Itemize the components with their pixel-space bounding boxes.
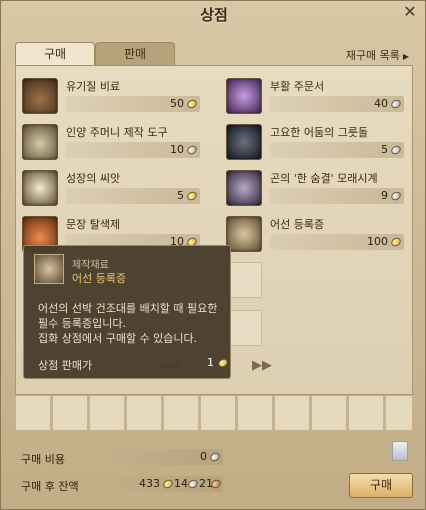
gold-coin-icon: [161, 478, 175, 490]
item-name: 인양 주머니 제작 도구: [66, 126, 168, 139]
gold-coin-icon: [185, 190, 199, 202]
gold-coin-icon: [216, 357, 230, 369]
item-price: 10: [170, 143, 184, 156]
cart-slot[interactable]: [274, 395, 310, 431]
cart-slot[interactable]: [163, 395, 199, 431]
cart-slot[interactable]: [126, 395, 162, 431]
buy-button[interactable]: 구매: [349, 473, 413, 498]
silver-coin-icon: [389, 98, 403, 110]
balance-silver: 14: [174, 477, 188, 490]
purchase-cost-bar: 0: [107, 449, 223, 465]
gold-coin-icon: [389, 236, 403, 248]
silver-coin-icon: [208, 451, 222, 463]
shop-item-growth-seed[interactable]: 성장의 씨앗 5: [18, 166, 204, 210]
rebuy-label: 재구매 목록: [345, 49, 400, 62]
item-name: 고요한 어둠의 그릇돌: [270, 126, 369, 139]
item-tooltip: 제작재료 어선 등록증 어선의 선박 건조대를 배치할 때 필요한 필수 등록증…: [23, 245, 231, 379]
chevron-right-icon: ▶: [402, 52, 409, 61]
item-price: 5: [381, 143, 388, 156]
shop-item-organic-fertilizer[interactable]: 유기질 비료 50: [18, 74, 204, 118]
balance-gold: 433: [139, 477, 160, 490]
price-bar: 5: [66, 188, 200, 204]
price-bar: 5: [270, 142, 404, 158]
cart-slot[interactable]: [52, 395, 88, 431]
tooltip-description: 어선의 선박 건조대를 배치할 때 필요한 필수 등록증입니다. 집화 상점에서…: [38, 301, 228, 346]
tooltip-description-line: 어선의 선박 건조대를 배치할 때 필요한 필수 등록증입니다.: [38, 302, 218, 330]
silver-coin-icon: [389, 190, 403, 202]
silver-coin-icon: [186, 478, 200, 490]
empty-item-slot: [226, 262, 262, 298]
item-name: 곤의 '한 숨결' 모래시계: [270, 172, 378, 185]
document-icon: [34, 254, 64, 284]
price-bar: 100: [270, 234, 404, 250]
hourglass-icon: [226, 170, 262, 206]
item-name: 부활 주문서: [270, 80, 325, 93]
gold-coin-icon: [185, 98, 199, 110]
tab-buy[interactable]: 구매: [15, 42, 95, 66]
rebuy-list-link[interactable]: 재구매 목록 ▶: [346, 47, 409, 63]
sell-price: 1: [207, 356, 214, 369]
seed-icon: [22, 170, 58, 206]
cart-slot[interactable]: [348, 395, 384, 431]
balance-bar: 433 14 21: [107, 476, 223, 492]
scroll-icon: [226, 78, 262, 114]
tab-sell[interactable]: 판매: [95, 42, 175, 66]
price-bar: 50: [66, 96, 200, 112]
tooltip-sell-value: 1: [207, 356, 230, 369]
close-icon[interactable]: ✕: [401, 3, 419, 21]
cart-slot[interactable]: [89, 395, 125, 431]
item-price: 50: [170, 97, 184, 110]
purchase-cost-value: 0: [200, 450, 207, 463]
item-name: 유기질 비료: [66, 80, 121, 93]
document-icon: [226, 216, 262, 252]
pouch-icon: [22, 124, 58, 160]
cart-slot[interactable]: [385, 395, 413, 431]
price-bar: 10: [66, 142, 200, 158]
shop-item-resurrection-scroll[interactable]: 부활 주문서 40: [222, 74, 408, 118]
cart-slot[interactable]: [311, 395, 347, 431]
dark-stone-icon: [226, 124, 262, 160]
cart-slot[interactable]: [200, 395, 236, 431]
empty-item-slot: [226, 310, 262, 346]
item-price: 5: [177, 189, 184, 202]
item-price: 9: [381, 189, 388, 202]
fertilizer-sack-icon: [22, 78, 58, 114]
shop-item-fishing-boat-license[interactable]: 어선 등록증 100: [222, 212, 408, 256]
shop-item-dark-vessel-stone[interactable]: 고요한 어둠의 그릇돌 5: [222, 120, 408, 164]
tooltip-sell-label: 상점 판매가: [38, 359, 93, 372]
item-name: 어선 등록증: [270, 218, 325, 231]
tooltip-category: 제작재료: [72, 260, 109, 271]
page-next-button[interactable]: ▶▶: [252, 358, 272, 373]
tooltip-description-line: 집화 상점에서 구매할 수 있습니다.: [38, 332, 198, 345]
item-name: 성장의 씨앗: [66, 172, 121, 185]
shop-window: 상점 ✕ 구매 판매 재구매 목록 ▶ 유기질 비료 50 부활 주문서 40 인…: [0, 0, 426, 510]
silver-coin-icon: [185, 144, 199, 156]
window-title: 상점: [200, 6, 228, 24]
cart-slot[interactable]: [15, 395, 51, 431]
shop-item-hourglass[interactable]: 곤의 '한 숨결' 모래시계 9: [222, 166, 408, 210]
purchase-cost-label: 구매 비용: [21, 453, 65, 466]
trash-icon[interactable]: [392, 441, 408, 461]
tooltip-item-name: 어선 등록증: [72, 272, 127, 285]
item-price: 40: [374, 97, 388, 110]
shop-item-salvage-pouch-tool[interactable]: 인양 주머니 제작 도구 10: [18, 120, 204, 164]
price-bar: 9: [270, 188, 404, 204]
item-name: 문장 탈색제: [66, 218, 121, 231]
item-price: 100: [367, 235, 388, 248]
cart-slot[interactable]: [237, 395, 273, 431]
balance-label: 구매 후 잔액: [21, 480, 79, 493]
price-bar: 40: [270, 96, 404, 112]
silver-coin-icon: [389, 144, 403, 156]
